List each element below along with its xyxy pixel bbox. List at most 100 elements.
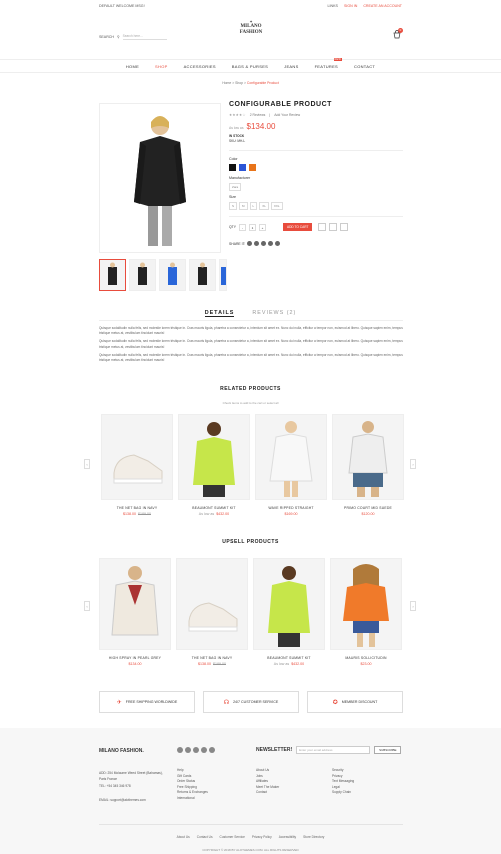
upsell-next-arrow[interactable]: ›	[410, 601, 416, 611]
linkedin-icon[interactable]	[275, 241, 281, 246]
thumbnail[interactable]	[129, 259, 156, 291]
compare-icon[interactable]	[329, 223, 338, 231]
wishlist-heart-icon[interactable]	[318, 223, 327, 231]
twitter-icon[interactable]	[185, 747, 191, 753]
rating-row: ★★★★☆ 2 Reviews | Add Your Review	[229, 113, 301, 117]
product-image[interactable]	[330, 558, 402, 650]
footer-bottom-link[interactable]: Customer Service	[220, 835, 245, 839]
related-product-card[interactable]: BEAUMONT SUMMIT KIT As low as $432.00	[178, 414, 250, 516]
product-image[interactable]	[101, 414, 173, 500]
product-image[interactable]	[178, 414, 250, 500]
breadcrumb-home[interactable]: Home	[222, 81, 231, 85]
product-image[interactable]	[332, 414, 404, 500]
product-name[interactable]: BEAUMONT SUMMIT KIT	[253, 656, 325, 660]
size-option[interactable]: L	[249, 202, 258, 210]
product-name[interactable]: BEAUMONT SUMMIT KIT	[178, 506, 250, 510]
thumbnail[interactable]	[99, 259, 126, 291]
old-price: $189.00	[138, 512, 151, 516]
related-product-card[interactable]: THE NET BAG IN NAVY $138.00 $189.00	[101, 414, 173, 516]
swatch-black[interactable]	[229, 164, 236, 171]
upsell-product-card[interactable]: BEAUMONT SUMMIT KIT As low as $432.00	[253, 558, 325, 666]
product-name[interactable]: THE NET BAG IN NAVY	[101, 506, 173, 510]
site-logo[interactable]: ✦ MILANO FASHION	[236, 19, 266, 45]
footer-link[interactable]: Supply Chain	[332, 790, 354, 796]
size-option[interactable]: XXL	[270, 202, 283, 210]
qty-decrease-button[interactable]: -	[238, 223, 246, 231]
instagram-icon[interactable]	[201, 747, 207, 753]
footer-bottom-link[interactable]: Privacy Policy	[252, 835, 272, 839]
search-icon[interactable]: ⚲	[117, 35, 120, 39]
breadcrumb-shop[interactable]: Shop	[235, 81, 243, 85]
linkedin-icon[interactable]	[209, 747, 215, 753]
price-value: $134.00	[128, 662, 142, 666]
cart-button[interactable]: 0	[392, 28, 403, 40]
product-name[interactable]: WAVE RIPPED STRAIGHT	[255, 506, 327, 510]
product-image[interactable]	[255, 414, 327, 500]
facebook-icon[interactable]	[247, 241, 253, 246]
product-name[interactable]: MAURIS SOLLICITUDIN	[330, 656, 402, 660]
related-prev-arrow[interactable]: ‹	[84, 459, 90, 469]
swatch-blue[interactable]	[239, 164, 246, 171]
thumbnail[interactable]	[159, 259, 186, 291]
product-image[interactable]	[99, 558, 171, 650]
search-input[interactable]: Search here...	[122, 34, 167, 40]
cart-count-badge: 0	[398, 28, 403, 33]
size-option[interactable]: S	[229, 202, 238, 210]
footer-tel: TEL: +54 345 346 978	[99, 784, 131, 788]
related-product-card[interactable]: WAVE RIPPED STRAIGHT $169.00	[255, 414, 327, 516]
newsletter-email-input[interactable]: Enter your email address	[296, 746, 371, 754]
links-menu[interactable]: LINKS	[328, 4, 338, 8]
upsell-product-card[interactable]: HIGH SPRAY IN PEARL GREY $134.00	[99, 558, 171, 666]
pinterest-icon[interactable]	[193, 747, 199, 753]
product-name[interactable]: PRIMO COURT MID SUEDE	[332, 506, 404, 510]
tab-details[interactable]: DETAILS	[204, 310, 235, 317]
sign-in-link[interactable]: SIGN IN	[344, 4, 357, 8]
footer-link[interactable]: International	[177, 796, 208, 802]
upsell-prev-arrow[interactable]: ‹	[84, 601, 90, 611]
reviews-link[interactable]: 2 Reviews	[250, 113, 266, 117]
feature-label: FREE SHIPPING WORLDWIDE	[125, 700, 178, 704]
add-to-cart-button[interactable]: ADD TO CART	[282, 223, 313, 231]
footer-bottom-link[interactable]: Accessibility	[279, 835, 296, 839]
nav-home[interactable]: HOME	[126, 64, 139, 69]
product-main-image[interactable]	[99, 103, 221, 253]
nav-jeans[interactable]: JEANS	[284, 64, 298, 69]
subscribe-button[interactable]: SUBSCRIBE	[374, 746, 402, 754]
facebook-icon[interactable]	[177, 747, 183, 753]
twitter-icon[interactable]	[254, 241, 260, 246]
thumbnail[interactable]	[189, 259, 216, 291]
nav-features[interactable]: FEATURES NEW	[315, 57, 343, 69]
product-price: As low as $432.00	[178, 512, 250, 516]
related-product-card[interactable]: PRIMO COURT MID SUEDE $120.00	[332, 414, 404, 516]
upsell-product-card[interactable]: THE NET BAG IN NAVY $138.00 $189.00	[176, 558, 248, 666]
google-icon[interactable]	[268, 241, 274, 246]
upsell-product-card[interactable]: MAURIS SOLLICITUDIN $23.00	[330, 558, 402, 666]
size-option[interactable]: XL	[259, 202, 269, 210]
thumbnail[interactable]	[219, 259, 227, 291]
footer-bottom-link[interactable]: About Us	[177, 835, 190, 839]
size-option[interactable]: M	[239, 202, 248, 210]
footer-link[interactable]: Returns & Exchanges	[177, 790, 208, 796]
create-account-link[interactable]: CREATE AN ACCOUNT	[363, 4, 402, 8]
tab-reviews[interactable]: REVIEWS (2)	[252, 310, 296, 317]
footer-bottom-link[interactable]: Store Directory	[303, 835, 324, 839]
swatch-orange[interactable]	[249, 164, 256, 171]
add-review-link[interactable]: Add Your Review	[274, 113, 300, 117]
qty-input[interactable]: 1	[248, 223, 256, 231]
product-image[interactable]	[176, 558, 248, 650]
nav-accessories[interactable]: ACCESSORIES	[184, 64, 216, 69]
email-icon[interactable]	[340, 223, 349, 231]
product-name[interactable]: THE NET BAG IN NAVY	[176, 656, 248, 660]
pinterest-icon[interactable]	[261, 241, 267, 246]
nav-shop[interactable]: SHOP	[155, 64, 168, 69]
nav-bags-purses[interactable]: BAGS & PURSES	[232, 64, 268, 69]
nav-contact[interactable]: CONTACT	[354, 64, 375, 69]
product-name[interactable]: HIGH SPRAY IN PEARL GREY	[99, 656, 171, 660]
manufacturer-option[interactable]: Zara	[229, 183, 242, 191]
footer-link[interactable]: Contact	[256, 790, 279, 796]
footer-bottom-link[interactable]: Contact Us	[197, 835, 213, 839]
related-next-arrow[interactable]: ›	[410, 459, 416, 469]
footer-link[interactable]: Text Messaging	[332, 779, 354, 785]
qty-increase-button[interactable]: +	[258, 223, 266, 231]
product-image[interactable]	[253, 558, 325, 650]
